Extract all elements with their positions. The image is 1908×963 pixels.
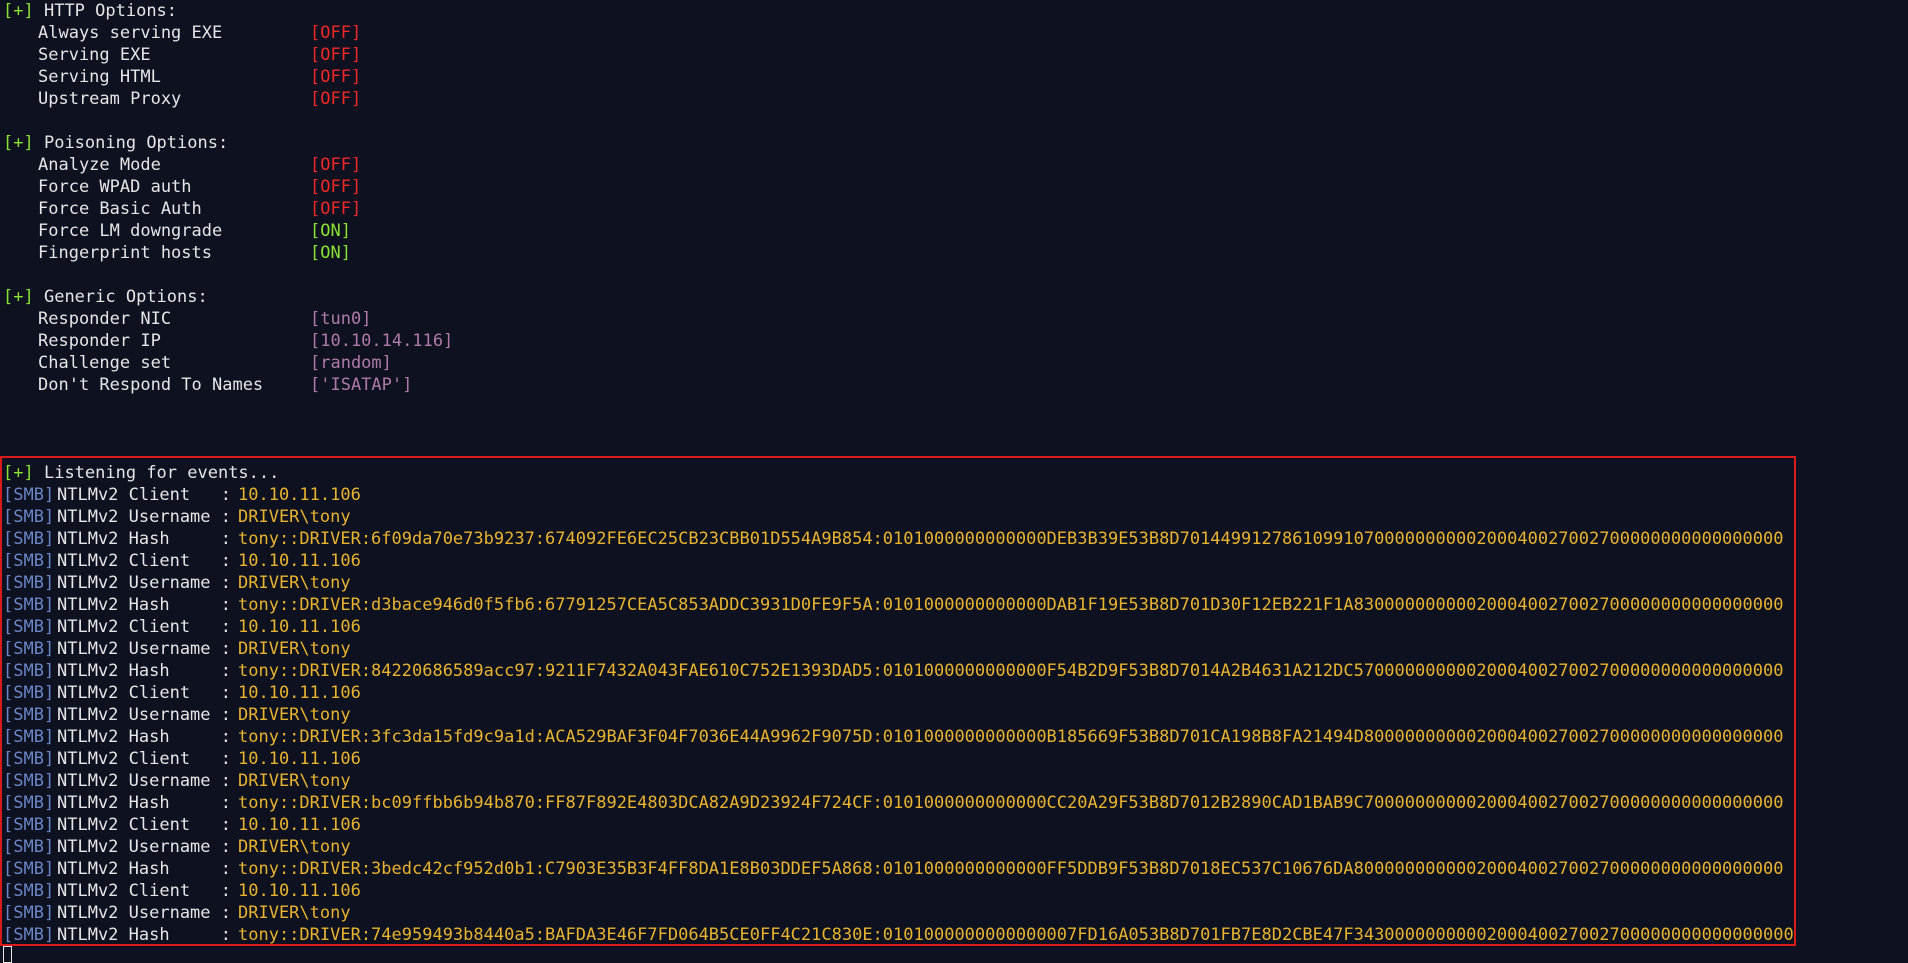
option-name: Always serving EXE bbox=[38, 23, 223, 43]
option-name: Challenge set bbox=[38, 353, 172, 373]
section-marker: [+] bbox=[3, 287, 34, 307]
option-value: [OFF] bbox=[310, 23, 362, 43]
option-row: Don't Respond To Names ['ISATAP'] bbox=[0, 374, 900, 396]
option-row: Force LM downgrade [ON] bbox=[0, 220, 900, 242]
option-value: ['ISATAP'] bbox=[310, 375, 413, 395]
option-value: [ON] bbox=[310, 221, 351, 241]
option-row: Serving HTML [OFF] bbox=[0, 66, 900, 88]
section-marker: [+] bbox=[3, 133, 34, 153]
section-title: Poisoning Options: bbox=[43, 133, 229, 153]
option-row: Responder NIC [tun0] bbox=[0, 308, 900, 330]
section-title: HTTP Options: bbox=[43, 1, 178, 21]
option-name: Responder IP bbox=[38, 331, 161, 351]
option-row: Always serving EXE [OFF] bbox=[0, 22, 900, 44]
option-row: Force WPAD auth [OFF] bbox=[0, 176, 900, 198]
option-value: [OFF] bbox=[310, 45, 362, 65]
terminal-cursor bbox=[3, 946, 12, 963]
option-value: [OFF] bbox=[310, 199, 362, 219]
option-name: Don't Respond To Names bbox=[38, 375, 264, 395]
option-row: Analyze Mode [OFF] bbox=[0, 154, 900, 176]
option-name: Force Basic Auth bbox=[38, 199, 202, 219]
option-name: Serving HTML bbox=[38, 67, 161, 87]
highlight-box bbox=[0, 456, 1796, 946]
option-value: [OFF] bbox=[310, 177, 362, 197]
section-header: [+] HTTP Options: bbox=[3, 0, 177, 22]
option-name: Force WPAD auth bbox=[38, 177, 192, 197]
section-header: [+] Generic Options: bbox=[3, 286, 208, 308]
option-name: Force LM downgrade bbox=[38, 221, 223, 241]
section-marker: [+] bbox=[3, 1, 34, 21]
section-title: Generic Options: bbox=[43, 287, 208, 307]
option-name: Fingerprint hosts bbox=[38, 243, 212, 263]
option-name: Analyze Mode bbox=[38, 155, 161, 175]
option-row: Challenge set [random] bbox=[0, 352, 900, 374]
option-row: Upstream Proxy [OFF] bbox=[0, 88, 900, 110]
option-row: Responder IP [10.10.14.116] bbox=[0, 330, 900, 352]
option-row: Serving EXE [OFF] bbox=[0, 44, 900, 66]
option-value: [ON] bbox=[310, 243, 351, 263]
option-name: Serving EXE bbox=[38, 45, 151, 65]
option-value: [tun0] bbox=[310, 309, 372, 329]
option-value: [OFF] bbox=[310, 67, 362, 87]
option-row: Force Basic Auth [OFF] bbox=[0, 198, 900, 220]
option-row: Fingerprint hosts [ON] bbox=[0, 242, 900, 264]
section-header: [+] Poisoning Options: bbox=[3, 132, 228, 154]
option-value: [OFF] bbox=[310, 155, 362, 175]
option-name: Responder NIC bbox=[38, 309, 172, 329]
option-name: Upstream Proxy bbox=[38, 89, 182, 109]
option-value: [OFF] bbox=[310, 89, 362, 109]
option-value: [random] bbox=[310, 353, 392, 373]
option-value: [10.10.14.116] bbox=[310, 331, 454, 351]
